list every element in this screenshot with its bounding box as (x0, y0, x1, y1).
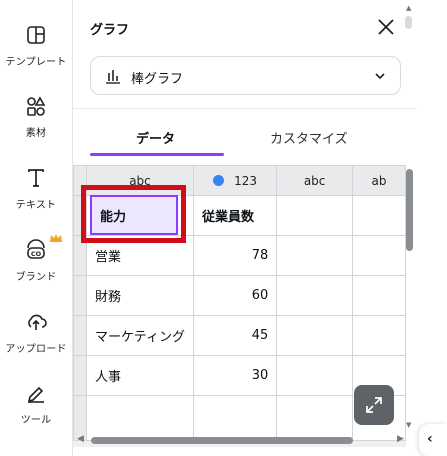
close-icon[interactable] (376, 17, 396, 37)
column-type-d[interactable]: ab (351, 165, 406, 196)
bar-chart-icon (106, 70, 120, 84)
cell[interactable] (192, 395, 278, 441)
expand-icon (366, 397, 382, 413)
cell[interactable] (276, 235, 353, 276)
tab-customize[interactable]: カスタマイズ (270, 128, 348, 147)
column-type-label: 123 (234, 173, 258, 188)
cell[interactable] (276, 315, 353, 356)
row-handle[interactable] (73, 275, 88, 316)
cell[interactable] (276, 275, 353, 316)
sidebar-item-label: ツール (20, 415, 52, 426)
active-tab-indicator (90, 153, 224, 156)
sidebar-item-label: 素材 (25, 128, 47, 139)
crown-icon (50, 234, 62, 242)
cell[interactable] (351, 275, 406, 316)
sidebar-item-templates[interactable]: テンプレート (0, 24, 72, 68)
tools-icon (27, 386, 44, 403)
chevron-down-icon (375, 73, 385, 80)
cell[interactable] (276, 395, 353, 441)
table-row: マーケティング 45 (73, 315, 406, 356)
sidebar-item-upload[interactable]: アップロード (0, 311, 72, 355)
row-handle[interactable] (73, 355, 88, 396)
table-row: 財務 60 (73, 275, 406, 316)
cell[interactable]: 財務 (86, 275, 194, 316)
scroll-up-icon[interactable]: ▲ (406, 4, 411, 12)
column-header-row: abc 123 abc ab (73, 165, 406, 196)
series-color-dot[interactable] (213, 174, 225, 186)
cell[interactable]: マーケティング (86, 315, 194, 356)
collapse-panel-button[interactable]: ‹ (419, 424, 447, 456)
brand-icon: CO (27, 239, 45, 259)
cell[interactable]: 60 (192, 275, 278, 316)
cell[interactable] (86, 395, 194, 441)
column-type-a[interactable]: abc (86, 165, 194, 196)
sidebar-item-text[interactable]: テキスト (0, 167, 72, 211)
cell[interactable]: 30 (192, 355, 278, 396)
corner-cell (73, 165, 88, 196)
chevron-left-icon: ‹ (427, 431, 433, 447)
column-type-b[interactable]: 123 (192, 165, 278, 196)
panel-scrollbar-thumb[interactable] (405, 16, 412, 29)
selected-cell[interactable]: 能力 (90, 195, 178, 235)
cell[interactable] (351, 315, 406, 356)
sidebar-item-label: アップロード (5, 344, 67, 355)
sheet-horizontal-scrollbar-thumb[interactable] (91, 437, 353, 444)
cell-header-employees[interactable]: 従業員数 (192, 195, 278, 236)
sidebar-item-label: ブランド (15, 272, 57, 283)
column-type-c[interactable]: abc (276, 165, 353, 196)
row-handle[interactable] (73, 235, 88, 276)
scroll-right-icon[interactable]: ▶ (397, 434, 404, 444)
sidebar-item-brand[interactable]: CO ブランド (0, 234, 72, 283)
scroll-down-icon[interactable]: ▼ (406, 421, 411, 429)
row-handle[interactable] (73, 315, 88, 356)
tab-data[interactable]: データ (136, 128, 175, 147)
cell[interactable]: 人事 (86, 355, 194, 396)
elements-icon (27, 96, 46, 116)
divider (73, 108, 417, 109)
row-handle[interactable] (73, 195, 88, 236)
sidebar-item-label: テンプレート (5, 57, 67, 68)
cell[interactable] (351, 235, 406, 276)
scroll-left-icon[interactable]: ◀ (77, 434, 84, 444)
panel-title: グラフ (90, 23, 130, 38)
text-icon (28, 169, 44, 187)
chart-type-dropdown[interactable]: 棒グラフ (90, 56, 401, 95)
table-row: 営業 78 (73, 235, 406, 276)
svg-text:CO: CO (31, 250, 42, 258)
chart-type-label: 棒グラフ (131, 72, 184, 87)
cell[interactable] (351, 195, 406, 236)
sheet-vertical-scrollbar-thumb[interactable] (406, 169, 413, 251)
left-sidebar: テンプレート 素材 テキスト CO ブランド アップロード ツール (0, 0, 73, 456)
sidebar-item-label: テキスト (15, 200, 57, 211)
sidebar-item-elements[interactable]: 素材 (0, 95, 72, 139)
cell[interactable] (276, 355, 353, 396)
cell[interactable]: 78 (192, 235, 278, 276)
cell[interactable]: 45 (192, 315, 278, 356)
sidebar-item-tools[interactable]: ツール (0, 382, 72, 426)
template-icon (27, 26, 45, 44)
upload-icon (28, 314, 47, 330)
cell[interactable]: 営業 (86, 235, 194, 276)
cell[interactable] (276, 195, 353, 236)
expand-button[interactable] (354, 385, 394, 425)
